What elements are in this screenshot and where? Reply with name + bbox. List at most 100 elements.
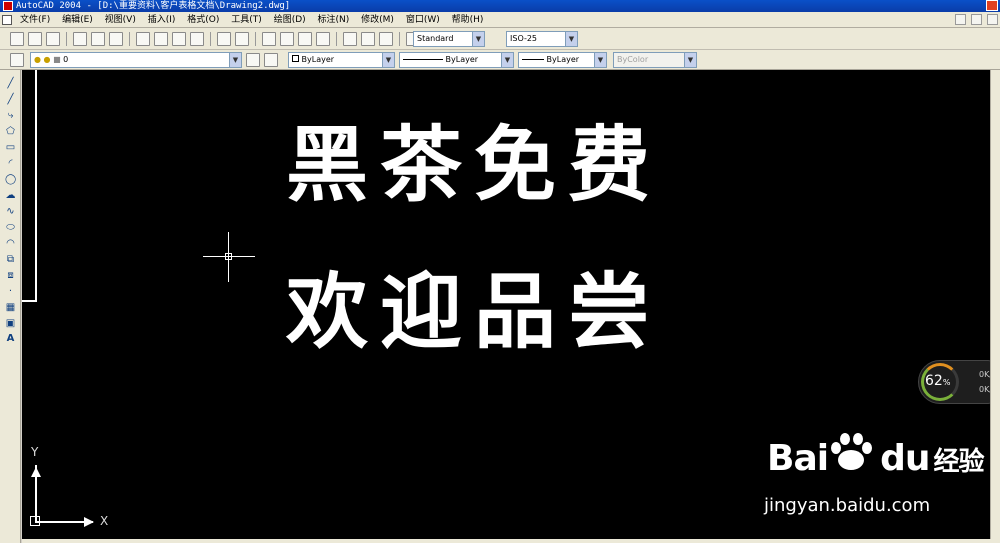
- lineweight-select[interactable]: ByLayer ▼: [518, 52, 607, 68]
- layer-select[interactable]: ● ● ■ 0 ▼: [30, 52, 242, 68]
- drawing-border-line: [22, 300, 37, 302]
- upload-rate: 0K/s: [979, 370, 990, 379]
- point-icon[interactable]: ·: [5, 286, 16, 297]
- polygon-icon[interactable]: ⬠: [5, 126, 16, 137]
- design-center-icon[interactable]: [361, 32, 375, 46]
- arc-icon[interactable]: ◜: [5, 158, 16, 169]
- doc-restore-button[interactable]: [971, 14, 983, 25]
- tool-palettes-icon[interactable]: [379, 32, 393, 46]
- region-icon[interactable]: ▣: [5, 318, 16, 329]
- publish-icon[interactable]: [109, 32, 123, 46]
- download-rate: 0K/s: [979, 385, 990, 394]
- menu-bar: 文件(F) 编辑(E) 视图(V) 插入(I) 格式(O) 工具(T) 绘图(D…: [0, 12, 1000, 28]
- zoom-previous-icon[interactable]: [316, 32, 330, 46]
- make-block-icon[interactable]: ⧈: [5, 270, 16, 281]
- paste-icon[interactable]: [172, 32, 186, 46]
- match-properties-icon[interactable]: [190, 32, 204, 46]
- drawing-text-line-2[interactable]: 欢迎品尝: [286, 265, 662, 361]
- zoom-window-icon[interactable]: [298, 32, 312, 46]
- construction-line-icon[interactable]: ╱: [5, 94, 16, 105]
- ellipse-arc-icon[interactable]: ◠: [5, 238, 16, 249]
- chevron-down-icon[interactable]: ▼: [594, 53, 606, 67]
- drawing-canvas[interactable]: 黑茶免费 欢迎品尝 Y X 62% 0K/s 0K/s Bai du经验 jing…: [22, 70, 990, 539]
- hatch-icon[interactable]: ▦: [5, 302, 16, 313]
- save-icon[interactable]: [46, 32, 60, 46]
- chevron-down-icon[interactable]: ▼: [382, 53, 394, 67]
- print-preview-icon[interactable]: [91, 32, 105, 46]
- make-object-layer-current-icon[interactable]: [246, 53, 260, 67]
- insert-block-icon[interactable]: ⧉: [5, 254, 16, 265]
- autocad-app-icon[interactable]: [3, 1, 13, 11]
- revision-cloud-icon[interactable]: ☁: [5, 190, 16, 201]
- polyline-icon[interactable]: ⤷: [5, 110, 16, 121]
- menu-format[interactable]: 格式(O): [187, 12, 219, 28]
- draw-toolbar: ╱ ╱ ⤷ ⬠ ▭ ◜ ◯ ☁ ∿ ⬭ ◠ ⧉ ⧈ · ▦ ▣ A: [0, 70, 21, 543]
- window-title: AutoCAD 2004 - [D:\重要资料\客户表格文档\Drawing2.…: [16, 1, 291, 11]
- chevron-down-icon[interactable]: ▼: [472, 32, 484, 46]
- lineweight-line-icon: [522, 59, 544, 60]
- layers-properties-toolbar: ● ● ■ 0 ▼ ByLayer ▼ ByLayer ▼ ByLayer ▼ …: [0, 50, 1000, 70]
- ellipse-icon[interactable]: ⬭: [5, 222, 16, 233]
- line-icon[interactable]: ╱: [5, 78, 16, 89]
- menu-dimension[interactable]: 标注(N): [318, 12, 350, 28]
- menu-modify[interactable]: 修改(M): [361, 12, 394, 28]
- lock-icon: ■: [53, 55, 61, 64]
- pan-icon[interactable]: [262, 32, 276, 46]
- chevron-down-icon[interactable]: ▼: [229, 53, 241, 67]
- color-select[interactable]: ByLayer ▼: [288, 52, 395, 68]
- window-close-button[interactable]: [986, 0, 998, 11]
- circle-icon[interactable]: ◯: [5, 174, 16, 185]
- baidu-watermark: Bai du 经验: [767, 438, 985, 479]
- menu-insert[interactable]: 插入(I): [148, 12, 176, 28]
- layout-tabs-bar[interactable]: [22, 539, 1000, 543]
- copy-icon[interactable]: [154, 32, 168, 46]
- sun-icon: ●: [43, 55, 51, 64]
- linetype-select[interactable]: ByLayer ▼: [399, 52, 514, 68]
- new-icon[interactable]: [10, 32, 24, 46]
- menu-tools[interactable]: 工具(T): [231, 12, 262, 28]
- standard-toolbar: Standard ▼ ISO-25 ▼: [0, 28, 1000, 50]
- menu-window[interactable]: 窗口(W): [406, 12, 440, 28]
- zoom-realtime-icon[interactable]: [280, 32, 294, 46]
- doc-close-button[interactable]: [987, 14, 998, 25]
- text-style-select[interactable]: Standard ▼: [413, 31, 485, 47]
- doc-minimize-button[interactable]: [955, 14, 967, 25]
- ucs-origin-box: [30, 516, 40, 526]
- menu-view[interactable]: 视图(V): [105, 12, 136, 28]
- spline-icon[interactable]: ∿: [5, 206, 16, 217]
- memory-usage-percent: 62%: [925, 373, 950, 389]
- vertical-scrollbar[interactable]: [990, 70, 1000, 539]
- menu-edit[interactable]: 编辑(E): [62, 12, 93, 28]
- text-style-value: Standard: [417, 34, 454, 43]
- menu-draw[interactable]: 绘图(D): [274, 12, 306, 28]
- redo-icon[interactable]: [235, 32, 249, 46]
- toolbar-divider: [399, 32, 400, 46]
- network-monitor-widget[interactable]: 62% 0K/s 0K/s: [918, 360, 990, 404]
- watermark-url: jingyan.baidu.com: [764, 495, 931, 516]
- ucs-x-arrow-icon: [84, 517, 94, 527]
- properties-icon[interactable]: [343, 32, 357, 46]
- dim-style-select[interactable]: ISO-25 ▼: [506, 31, 578, 47]
- toolbar-divider: [210, 32, 211, 46]
- rectangle-icon[interactable]: ▭: [5, 142, 16, 153]
- watermark-brand-cn: 经验: [933, 447, 984, 477]
- undo-icon[interactable]: [217, 32, 231, 46]
- layer-previous-icon[interactable]: [264, 53, 278, 67]
- ucs-y-label: Y: [31, 445, 39, 459]
- print-icon[interactable]: [73, 32, 87, 46]
- layer-manager-icon[interactable]: [10, 53, 24, 67]
- chevron-down-icon[interactable]: ▼: [565, 32, 577, 46]
- open-icon[interactable]: [28, 32, 42, 46]
- ucs-x-label: X: [100, 514, 109, 528]
- cut-icon[interactable]: [136, 32, 150, 46]
- chevron-down-icon[interactable]: ▼: [501, 53, 513, 67]
- menu-help[interactable]: 帮助(H): [452, 12, 484, 28]
- menu-file[interactable]: 文件(F): [20, 12, 50, 28]
- document-icon[interactable]: [2, 15, 12, 25]
- linetype-line-icon: [403, 59, 443, 60]
- drawing-text-line-1[interactable]: 黑茶免费: [286, 118, 662, 214]
- watermark-brand-suffix: du: [880, 438, 930, 479]
- multiline-text-icon[interactable]: A: [5, 333, 16, 344]
- percent-value: 62: [925, 373, 943, 389]
- watermark-brand: Bai: [767, 438, 829, 479]
